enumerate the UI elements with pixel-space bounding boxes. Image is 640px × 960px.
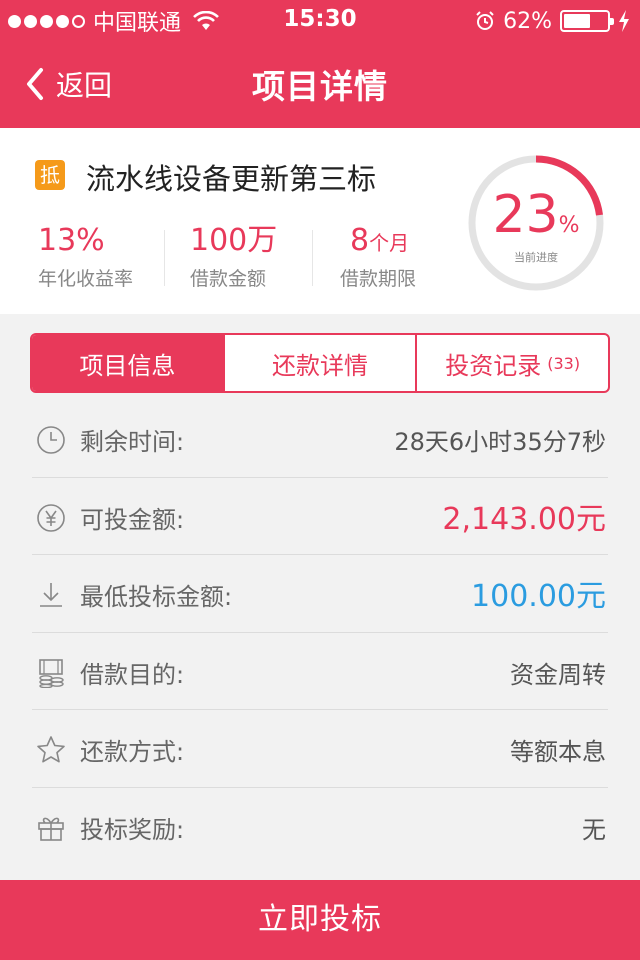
- battery-icon: [560, 10, 614, 32]
- stat-label: 年化收益率: [38, 268, 134, 290]
- stat-value: 13%: [38, 223, 105, 258]
- info-label: 可投金额:: [80, 505, 185, 534]
- gift-icon: [38, 817, 64, 841]
- tab-count: (33): [547, 353, 581, 373]
- project-title: 流水线设备更新第三标: [86, 162, 377, 196]
- stat-label: 借款金额: [190, 268, 267, 290]
- info-label: 剩余时间:: [80, 428, 185, 456]
- info-label: 最低投标金额:: [80, 583, 233, 612]
- stat-unit: 个月: [369, 231, 410, 255]
- info-row-minimum-bid: 最低投标金额: 100.00元: [32, 555, 608, 633]
- stat-loan-term: 8个月 借款期限: [340, 224, 480, 291]
- info-value: 资金周转: [510, 660, 606, 689]
- progress-unit: %: [558, 213, 580, 238]
- progress-number: 23: [492, 185, 559, 245]
- yen-icon: [37, 503, 65, 532]
- stat-loan-amount: 100万 借款金额: [190, 224, 330, 291]
- page-title: 项目详情: [252, 67, 388, 106]
- nav-bar: 返回 项目详情: [0, 40, 640, 128]
- project-info-list: 剩余时间: 28天6小时35分7秒 可投金额: 2,143.00元 最低投标金额…: [32, 400, 608, 866]
- header: 中国联通 15:30 62% 返回 项目详情: [0, 0, 640, 128]
- alarm-icon: [476, 11, 494, 30]
- detail-tabs: 项目信息 还款详情 投资记录 (33): [30, 333, 610, 393]
- status-right: 62%: [475, 7, 630, 35]
- charging-icon: [619, 10, 629, 32]
- progress-value: 23%: [466, 187, 606, 254]
- tab-label: 还款详情: [272, 351, 368, 380]
- info-row-bid-reward: 投标奖励: 无: [32, 788, 608, 866]
- tab-repayment-details[interactable]: 还款详情: [222, 335, 416, 391]
- info-row-repayment-method: 还款方式: 等额本息: [32, 710, 608, 788]
- status-bar: 中国联通 15:30 62%: [0, 0, 640, 40]
- battery-tip: [610, 18, 614, 25]
- info-value: 28天6小时35分7秒: [394, 428, 606, 456]
- info-value: 2,143.00元: [442, 501, 606, 537]
- project-summary: 抵 流水线设备更新第三标 13% 年化收益率 100万 借款金额 8个月 借款期…: [0, 128, 640, 314]
- tab-label: 项目信息: [79, 351, 176, 380]
- coins-icon: [39, 658, 64, 688]
- divider: [164, 230, 165, 286]
- info-row-loan-purpose: 借款目的: 资金周转: [32, 633, 608, 711]
- battery-fill: [564, 14, 591, 28]
- info-label: 借款目的:: [80, 660, 185, 689]
- info-label: 投标奖励:: [80, 815, 185, 844]
- info-value: 无: [582, 815, 606, 844]
- stat-value: 100万: [190, 223, 278, 258]
- progress-ring: 23% 当前进度: [466, 153, 606, 293]
- info-row-remaining-time: 剩余时间: 28天6小时35分7秒: [32, 400, 608, 478]
- battery-percent: 62%: [503, 8, 552, 34]
- info-value: 等额本息: [510, 738, 606, 767]
- info-row-available-amount: 可投金额: 2,143.00元: [32, 478, 608, 556]
- star-icon: [37, 736, 65, 763]
- progress-label: 当前进度: [514, 251, 558, 264]
- stat-annual-rate: 13% 年化收益率: [38, 224, 178, 291]
- tab-label: 投资记录: [445, 351, 542, 380]
- collateral-badge: 抵: [35, 160, 65, 190]
- info-label: 还款方式:: [80, 738, 185, 767]
- tab-project-info[interactable]: 项目信息: [32, 335, 223, 391]
- stat-label: 借款期限: [340, 268, 417, 290]
- stat-value: 8: [350, 223, 370, 258]
- divider: [312, 230, 313, 286]
- download-icon: [40, 583, 62, 607]
- clock-icon: [37, 426, 65, 454]
- tab-investment-records[interactable]: 投资记录 (33): [415, 335, 608, 391]
- invest-now-button[interactable]: 立即投标: [0, 880, 640, 960]
- info-value: 100.00元: [471, 579, 606, 615]
